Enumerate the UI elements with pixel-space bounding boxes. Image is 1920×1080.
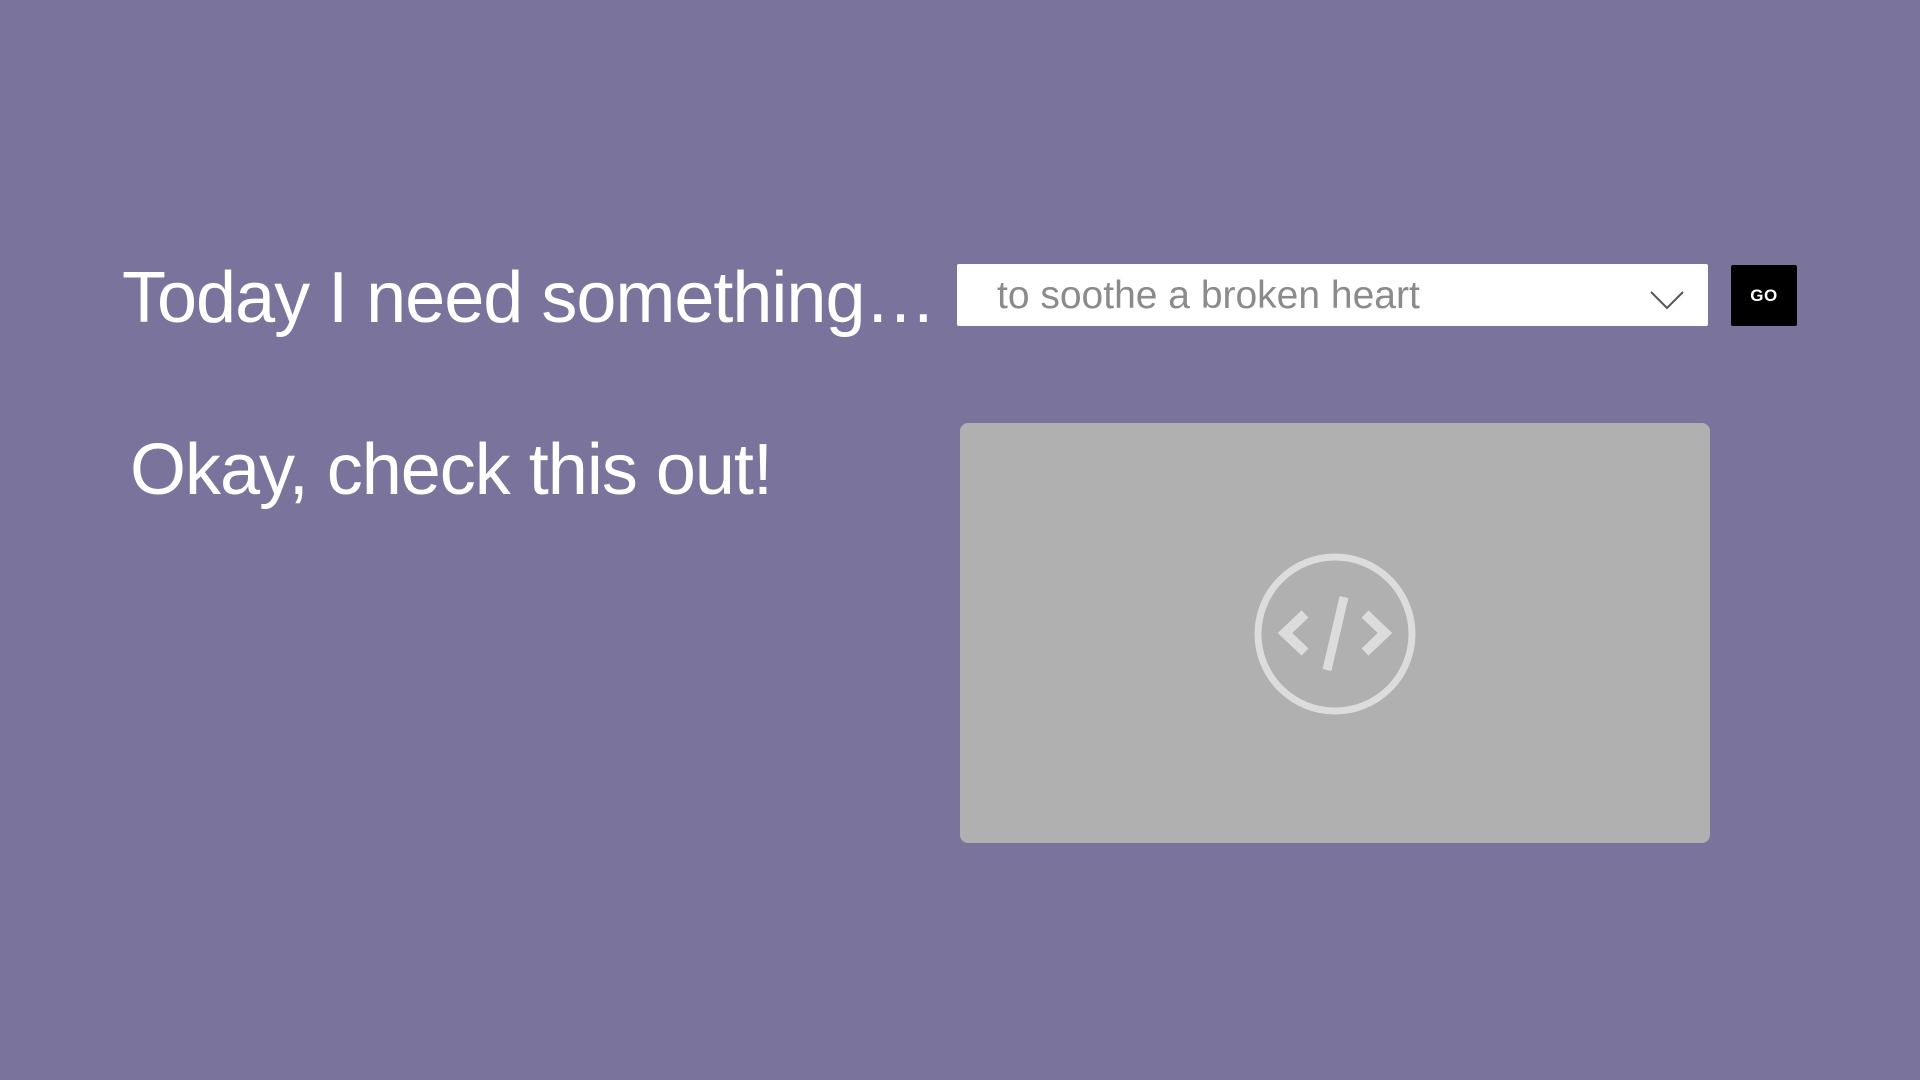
code-icon: [1254, 553, 1416, 715]
need-select-dropdown[interactable]: to soothe a broken heart: [957, 264, 1708, 326]
result-heading: Okay, check this out!: [130, 430, 773, 510]
page: Today I need something… to soothe a brok…: [0, 0, 1920, 1080]
selected-option-text: to soothe a broken heart: [997, 274, 1420, 317]
go-button[interactable]: GO: [1731, 265, 1797, 326]
embed-placeholder[interactable]: [960, 423, 1710, 843]
prompt-heading: Today I need something…: [122, 258, 937, 338]
chevron-down-icon: [1650, 291, 1684, 310]
